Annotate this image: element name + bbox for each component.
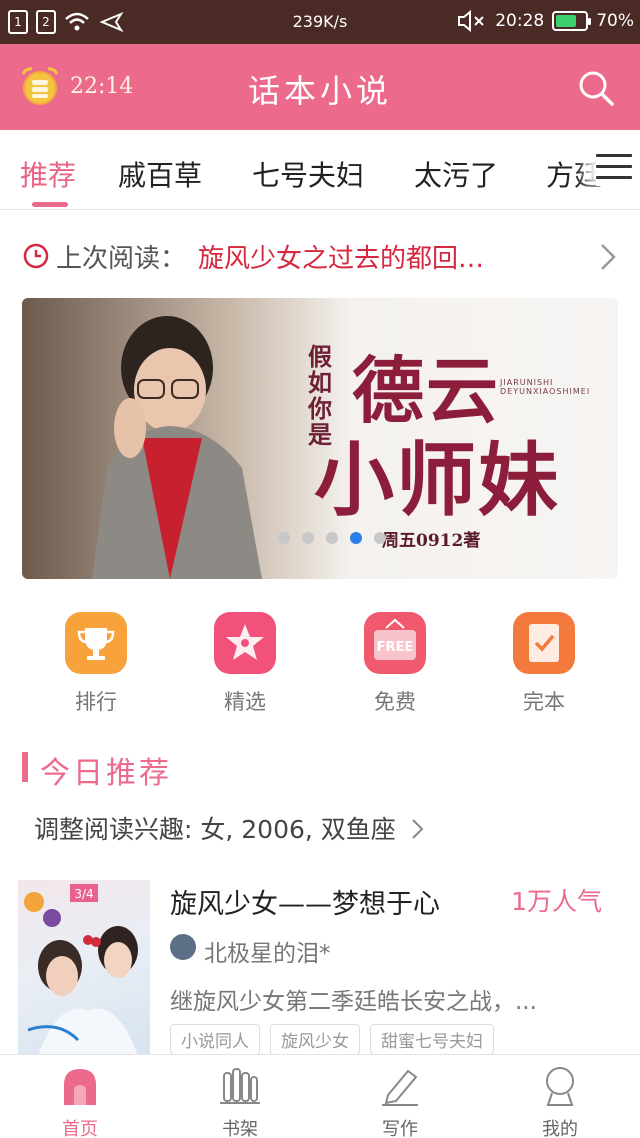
featured-entry[interactable]: 精选 xyxy=(195,612,295,716)
free-entry[interactable]: FREE 免费 xyxy=(345,612,445,716)
book-tags: 小说同人 旋风少女 甜蜜七号夫妇 xyxy=(170,1024,494,1055)
banner-dot[interactable] xyxy=(374,532,386,544)
cover-date-text: 3/4 xyxy=(74,887,93,901)
book-tag[interactable]: 旋风少女 xyxy=(270,1024,360,1055)
last-read-label: 上次阅读： xyxy=(56,244,187,274)
bookshelf-icon xyxy=(220,1068,260,1104)
banner-dot[interactable] xyxy=(350,532,362,544)
book-tag[interactable]: 甜蜜七号夫妇 xyxy=(370,1024,494,1055)
rank-entry[interactable]: 排行 xyxy=(46,612,146,716)
battery-icon xyxy=(552,11,592,31)
book-popularity: 1万人气 xyxy=(511,887,602,916)
book-cover[interactable]: 3/4 xyxy=(18,880,150,1056)
rank-label: 排行 xyxy=(75,690,117,714)
reading-interest-link[interactable]: 调整阅读兴趣: 女, 2006, 双鱼座 xyxy=(34,810,426,846)
tab-qihao-fufu[interactable]: 七号夫妇 xyxy=(252,154,364,194)
banner-author: 周五0912著 xyxy=(382,531,481,551)
nav-write[interactable]: 写作 xyxy=(350,1063,450,1138)
free-icon: FREE xyxy=(364,612,426,674)
nav-write-label: 写作 xyxy=(382,1119,418,1138)
tab-recommend[interactable]: 推荐 xyxy=(20,154,76,194)
app-title: 话本小说 xyxy=(247,72,392,110)
chevron-right-icon xyxy=(412,819,424,839)
banner-subtitle: JIARUNISHI DEYUNXIAOSHIMEI xyxy=(500,378,591,396)
book-tag[interactable]: 小说同人 xyxy=(170,1024,260,1055)
nav-bookshelf-label: 书架 xyxy=(222,1119,258,1138)
tab-menu-icon[interactable] xyxy=(596,154,632,186)
nav-profile[interactable]: 我的 xyxy=(510,1063,610,1138)
star-icon xyxy=(214,612,276,674)
home-icon xyxy=(64,1069,96,1105)
search-icon[interactable] xyxy=(576,68,616,108)
last-read-row[interactable]: 上次阅读： 旋风少女之过去的都回… xyxy=(0,210,640,296)
section-marker xyxy=(22,752,28,782)
book-card[interactable]: 3/4 旋风少女——梦想于心 1万人气 北极星的泪* 继旋风少女第二季廷皓长安之… xyxy=(0,866,640,1056)
profile-icon xyxy=(546,1067,574,1106)
nav-home[interactable]: 首页 xyxy=(30,1063,130,1138)
nav-bookshelf[interactable]: 书架 xyxy=(190,1063,290,1138)
banner-pagination xyxy=(278,532,386,544)
clock-icon xyxy=(23,243,49,269)
quick-entries: 排行 精选 FREE 免费 完本 xyxy=(0,612,640,722)
book-author[interactable]: 北极星的泪* xyxy=(204,934,331,968)
tab-tai-wu-le[interactable]: 太污了 xyxy=(414,154,498,194)
category-tabs: 推荐 戚百草 七号夫妇 太污了 方廷 xyxy=(0,130,640,210)
banner-dot[interactable] xyxy=(302,532,314,544)
checklist-icon xyxy=(513,612,575,674)
nav-home-label: 首页 xyxy=(62,1119,98,1138)
nav-profile-label: 我的 xyxy=(542,1119,578,1138)
status-right: 20:28 70% xyxy=(457,10,634,32)
pen-icon xyxy=(382,1069,418,1106)
promo-banner[interactable]: 假如你是 德云 小师妹 JIARUNISHI DEYUNXIAOSHIMEI 周… xyxy=(22,298,618,579)
status-bar: 1 2 239K/s 20:28 70% xyxy=(0,0,640,44)
banner-title-line2: 小师妹 xyxy=(314,433,560,527)
book-title[interactable]: 旋风少女——梦想于心 xyxy=(170,882,440,921)
last-read-title[interactable]: 旋风少女之过去的都回… xyxy=(198,238,484,275)
free-icon-text: FREE xyxy=(377,640,414,655)
mute-icon xyxy=(458,10,484,32)
completed-label: 完本 xyxy=(523,690,565,714)
completed-entry[interactable]: 完本 xyxy=(494,612,594,716)
app-header: 22:14 话本小说 xyxy=(0,44,640,130)
free-label: 免费 xyxy=(374,690,416,714)
bottom-navigation: 首页 书架 写作 我的 xyxy=(0,1054,640,1138)
clock-time: 20:28 xyxy=(495,11,545,31)
battery-percent: 70% xyxy=(596,11,634,31)
reading-interest-text: 调整阅读兴趣: 女, 2006, 双鱼座 xyxy=(34,815,396,844)
author-avatar xyxy=(170,934,196,960)
chevron-right-icon[interactable] xyxy=(598,242,618,272)
trophy-icon xyxy=(65,612,127,674)
banner-dot[interactable] xyxy=(278,532,290,544)
active-tab-indicator xyxy=(32,202,68,207)
battery-fill xyxy=(556,15,576,27)
tab-qi-baicao[interactable]: 戚百草 xyxy=(118,154,202,194)
book-description: 继旋风少女第二季廷皓长安之战，... xyxy=(170,989,537,1015)
featured-label: 精选 xyxy=(224,690,266,714)
banner-dot[interactable] xyxy=(326,532,338,544)
tab-fang-ting[interactable]: 方廷 xyxy=(546,154,602,194)
today-recommend-title: 今日推荐 xyxy=(40,756,172,791)
